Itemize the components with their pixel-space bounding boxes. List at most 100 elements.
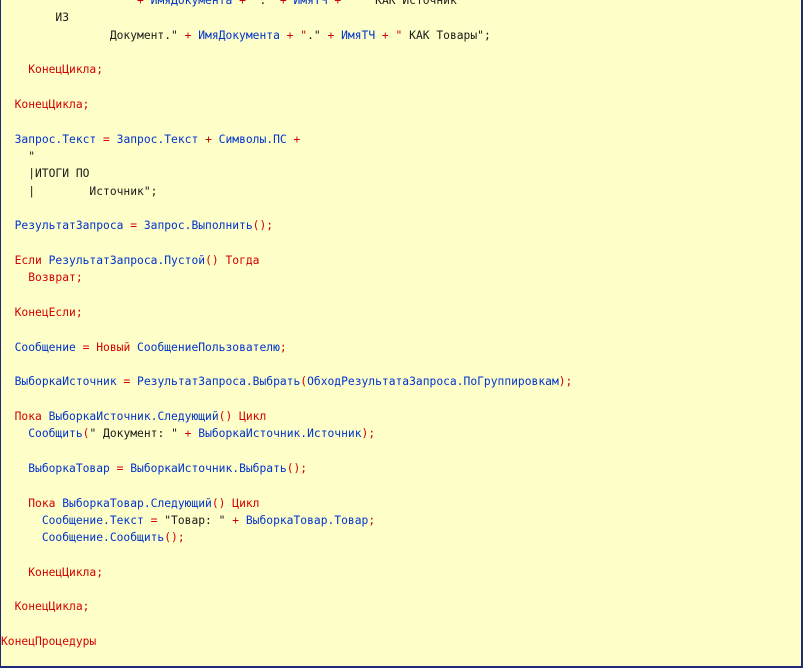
code-token: + xyxy=(279,0,294,7)
code-token: ВыборкаТовар.Товар xyxy=(245,513,369,527)
code-token: + " xyxy=(279,28,308,42)
code-token: Цикл xyxy=(239,409,267,423)
code-area[interactable]: """ + ИмяДокумента + "." + ИмяТЧ + """ К… xyxy=(1,0,572,650)
code-token: Запрос.Выполнить xyxy=(143,219,253,233)
code-token: СообщениеПользователю xyxy=(137,340,280,354)
code-token: РезультатЗапроса xyxy=(14,219,124,233)
code-line: ИЗ xyxy=(1,9,572,26)
code-token: ); xyxy=(558,375,573,389)
code-token: ИмяДокумента xyxy=(198,28,280,42)
code-token: Если xyxy=(14,253,49,267)
code-line: КонецЦикла; xyxy=(1,96,572,113)
code-token: = xyxy=(123,219,144,233)
code-line: Документ." + ИмяДокумента + "." + ИмяТЧ … xyxy=(1,27,572,44)
code-line: РезультатЗапроса = Запрос.Выполнить(); xyxy=(1,217,572,234)
code-token: ВыборкаТовар xyxy=(28,461,110,475)
code-line: Сообщение.Текст = "Товар: " + ВыборкаТов… xyxy=(1,512,572,529)
code-token: ." xyxy=(307,28,328,42)
code-token: ВыборкаИсточник.Выбрать xyxy=(130,461,287,475)
code-line: КонецЦикла; xyxy=(1,564,572,581)
code-token: + xyxy=(184,28,199,42)
code-token: Новый xyxy=(96,340,138,354)
code-token: ИмяТЧ xyxy=(293,0,328,7)
code-token: РезультатЗапроса.Пустой xyxy=(48,253,206,267)
code-token: Запрос.Текст xyxy=(116,132,199,146)
code-token: Тогда xyxy=(225,253,260,267)
code-token: = xyxy=(109,461,131,475)
code-token: КонецЦикла; xyxy=(14,97,90,111)
code-line: КонецЦикла; xyxy=(1,598,572,615)
code-line: КонецЦикла; xyxy=(1,61,572,78)
code-token: | Источник"; xyxy=(1,184,158,198)
code-line: ВыборкаИсточник = РезультатЗапроса.Выбра… xyxy=(1,373,573,390)
code-line: Пока ВыборкаТовар.Следующий() Цикл xyxy=(1,495,572,512)
code-token: КАК Товары"; xyxy=(402,28,491,42)
code-token: + xyxy=(286,132,301,146)
code-token: ОбходРезультатаЗапроса.ПоГруппировкам xyxy=(307,375,559,389)
code-token: ИЗ xyxy=(1,11,70,25)
code-token: Сообщить xyxy=(28,427,83,441)
code-token: ИмяТЧ xyxy=(341,28,376,42)
code-line: Сообщить(" Документ: " + ВыборкаИсточник… xyxy=(1,425,572,442)
code-token: ); xyxy=(361,427,376,441)
code-token: = xyxy=(143,513,165,527)
code-token: () xyxy=(211,496,233,510)
code-token: Сообщение.Текст xyxy=(41,513,144,527)
code-token: ." xyxy=(259,0,280,7)
code-line: |ИТОГИ ПО xyxy=(1,165,572,182)
code-token: + xyxy=(327,28,342,42)
code-token: КонецЕсли; xyxy=(14,305,83,319)
code-line: Пока ВыборкаИсточник.Следующий() Цикл xyxy=(1,408,572,425)
code-token: Пока xyxy=(28,496,63,510)
code-line: КонецПроцедуры xyxy=(1,633,572,650)
code-token: " xyxy=(1,149,36,163)
code-token: + " xyxy=(375,28,403,42)
code-token: ИмяДокумента xyxy=(150,0,233,7)
code-token: " Документ: " xyxy=(89,427,185,441)
code-token: Возврат; xyxy=(28,271,83,285)
code-line: Сообщение.Сообщить(); xyxy=(1,529,572,546)
code-token: ; xyxy=(279,340,287,354)
code-token: КонецЦикла; xyxy=(28,63,104,77)
code-line: " xyxy=(1,148,572,165)
code-token: = xyxy=(96,132,117,146)
code-line: Если РезультатЗапроса.Пустой() Тогда xyxy=(1,252,572,269)
code-token: (); xyxy=(164,531,185,545)
code-line: КонецЕсли; xyxy=(1,304,572,321)
code-token: """ xyxy=(1,0,138,7)
code-token: () xyxy=(218,409,240,423)
code-token: + xyxy=(198,132,219,146)
code-token: Сообщение.Сообщить xyxy=(41,531,165,545)
code-token: () xyxy=(205,253,226,267)
code-token: (); xyxy=(252,219,274,233)
code-line: | Источник"; xyxy=(1,183,572,200)
code-token: "Товар: " xyxy=(164,513,233,527)
code-editor[interactable]: """ + ИмяДокумента + "." + ИмяТЧ + """ К… xyxy=(0,0,803,668)
code-token: ВыборкаТовар.Следующий xyxy=(62,496,212,510)
code-token: + xyxy=(232,513,246,527)
code-token: Цикл xyxy=(232,496,260,510)
code-token: Сообщение xyxy=(14,340,76,354)
